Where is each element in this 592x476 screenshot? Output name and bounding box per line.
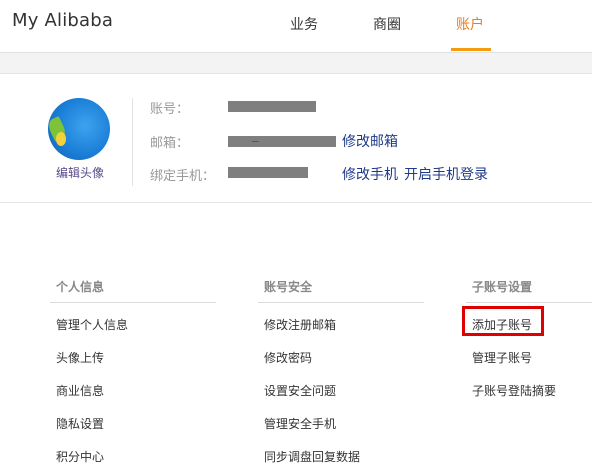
avatar-flower-shape	[56, 132, 66, 146]
email-label: 邮箱：	[150, 136, 190, 151]
menu-item-avatar-upload[interactable]: 头像上传	[56, 349, 104, 366]
brand-title: My Alibaba	[12, 10, 114, 31]
menu-item-sync-data[interactable]: 同步调盘回复数据	[264, 448, 360, 465]
header-spacer-band	[0, 53, 592, 74]
section-divider	[466, 302, 592, 303]
menu-item-change-email[interactable]: 修改注册邮箱	[264, 316, 336, 333]
modify-phone-link[interactable]: 修改手机	[342, 164, 398, 184]
enable-phone-login-link[interactable]: 开启手机登录	[404, 164, 488, 184]
section-title-subaccount-settings: 子账号设置	[472, 280, 533, 294]
phone-value-redacted	[228, 167, 308, 178]
profile-panel: 编辑头像 账号： 邮箱： _ 修改邮箱 绑定手机： 15 52 修改手机 开启手…	[0, 74, 592, 203]
menu-item-manage-subaccounts[interactable]: 管理子账号	[472, 349, 532, 366]
highlight-annotation-box	[462, 306, 544, 336]
tab-account[interactable]: 账户	[456, 14, 484, 34]
section-divider	[258, 302, 424, 303]
menu-item-subaccount-login-summary[interactable]: 子账号登陆摘要	[472, 382, 556, 399]
tab-business[interactable]: 业务	[290, 14, 318, 34]
account-value-redacted	[228, 101, 316, 112]
section-divider	[50, 302, 216, 303]
menu-item-security-phone[interactable]: 管理安全手机	[264, 415, 336, 432]
profile-divider	[132, 98, 133, 186]
section-title-personal-info: 个人信息	[56, 280, 105, 294]
email-value-redacted	[228, 136, 336, 147]
menu-item-points-center[interactable]: 积分中心	[56, 448, 104, 465]
menu-item-change-password[interactable]: 修改密码	[264, 349, 312, 366]
email-value-partial: _	[252, 128, 259, 143]
tab-circle[interactable]: 商圈	[373, 14, 401, 34]
edit-avatar-link[interactable]: 编辑头像	[56, 164, 104, 181]
menu-item-business-info[interactable]: 商业信息	[56, 382, 104, 399]
avatar[interactable]	[48, 98, 110, 160]
menu-item-manage-profile[interactable]: 管理个人信息	[56, 316, 128, 333]
top-header: My Alibaba 业务 商圈 账户	[0, 0, 592, 53]
active-tab-indicator	[451, 48, 491, 51]
menu-item-security-question[interactable]: 设置安全问题	[264, 382, 336, 399]
section-title-account-security: 账号安全	[264, 280, 313, 294]
modify-email-link[interactable]: 修改邮箱	[342, 131, 398, 151]
phone-label: 绑定手机：	[150, 169, 216, 184]
account-label: 账号：	[150, 102, 190, 117]
menu-item-privacy-settings[interactable]: 隐私设置	[56, 415, 104, 432]
